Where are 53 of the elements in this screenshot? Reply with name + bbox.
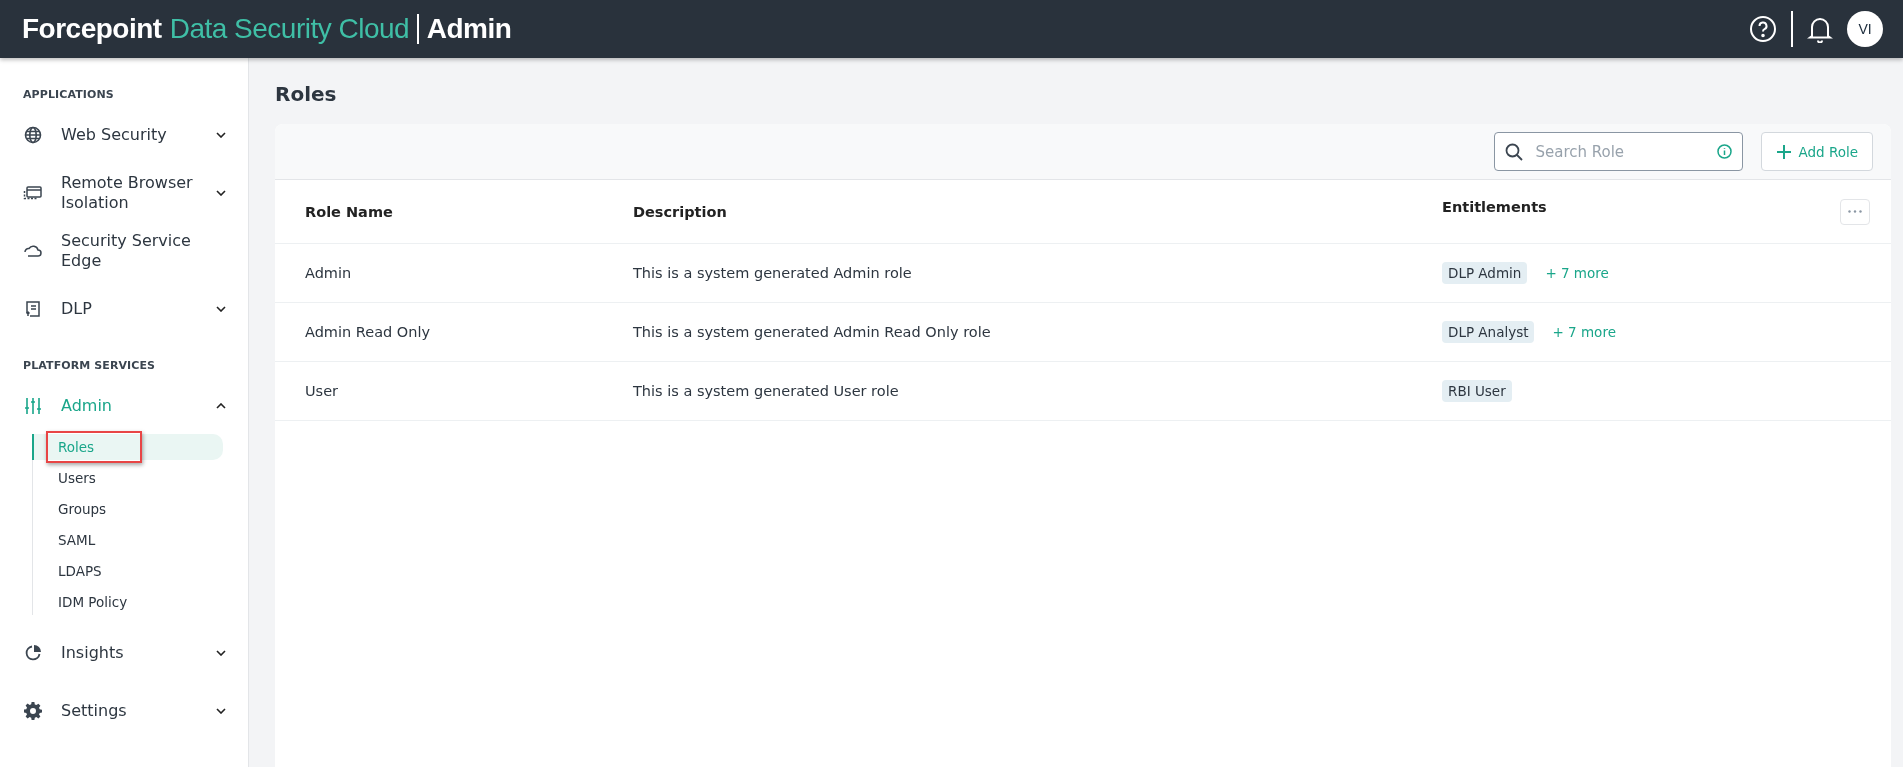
bell-icon — [1807, 15, 1833, 43]
chevron-up-icon — [216, 403, 226, 409]
pie-chart-icon — [24, 644, 42, 662]
chevron-down-icon — [216, 708, 226, 714]
role-name: Admin — [305, 265, 352, 281]
nav-item[interactable]: Security Service Edge — [0, 231, 248, 271]
user-avatar[interactable]: VI — [1847, 11, 1883, 47]
search-input[interactable]: Search Role — [1533, 141, 1708, 162]
role-description: This is a system generated User role — [633, 383, 899, 399]
help-button[interactable] — [1749, 15, 1777, 43]
plus-icon — [1776, 143, 1793, 160]
section-name: Admin — [426, 13, 512, 45]
nav-item[interactable]: Remote Browser Isolation — [0, 173, 248, 213]
nav-item[interactable]: DLP — [0, 289, 248, 329]
sliders-icon — [24, 397, 42, 415]
chevron-down-icon — [216, 650, 226, 656]
chevron-down-icon — [216, 306, 226, 312]
document-icon — [24, 300, 42, 318]
nav-item[interactable]: Web Security — [0, 115, 248, 155]
entitlement-tag: DLP Analyst — [1442, 321, 1535, 343]
entitlement-tag: RBI User — [1442, 380, 1512, 402]
nav-subitem[interactable]: LDAPS — [32, 558, 223, 584]
role-description: This is a system generated Admin Read Only role — [633, 324, 991, 340]
brand-name: Forcepoint — [22, 13, 162, 45]
page-title: Roles — [275, 81, 338, 108]
info-icon — [1717, 144, 1733, 159]
entitlement-tag: DLP Admin — [1442, 262, 1528, 284]
search-icon — [1505, 142, 1524, 161]
screen-icon — [23, 185, 43, 201]
role-name: User — [305, 383, 339, 399]
help-icon — [1749, 15, 1777, 43]
chevron-down-icon — [216, 132, 226, 138]
chevron-down-icon — [216, 190, 226, 196]
cloud-icon — [23, 243, 43, 259]
globe-icon — [24, 126, 42, 144]
nav-item[interactable]: Settings — [0, 691, 248, 731]
ellipsis-icon — [1848, 210, 1862, 213]
nav-item[interactable]: Insights — [0, 633, 248, 673]
role-description: This is a system generated Admin role — [633, 265, 912, 281]
column-header: Entitlements — [1442, 198, 1547, 215]
search-field[interactable]: Search Role — [1494, 132, 1744, 171]
section-heading: PLATFORM SERVICES — [22, 359, 157, 372]
settings-icon — [24, 702, 42, 720]
role-name: Admin Read Only — [305, 324, 431, 340]
column-header: Description — [633, 203, 727, 220]
nav-subitem[interactable]: SAML — [32, 527, 223, 553]
nav-subitem[interactable]: Groups — [32, 496, 223, 522]
nav-subitem[interactable]: Users — [32, 465, 223, 491]
column-header: Role Name — [305, 203, 393, 220]
nav-subitem[interactable]: IDM Policy — [32, 589, 223, 615]
section-heading: APPLICATIONS — [22, 88, 115, 101]
product-name: Data Security Cloud — [169, 13, 410, 45]
notifications-button[interactable] — [1807, 15, 1833, 43]
